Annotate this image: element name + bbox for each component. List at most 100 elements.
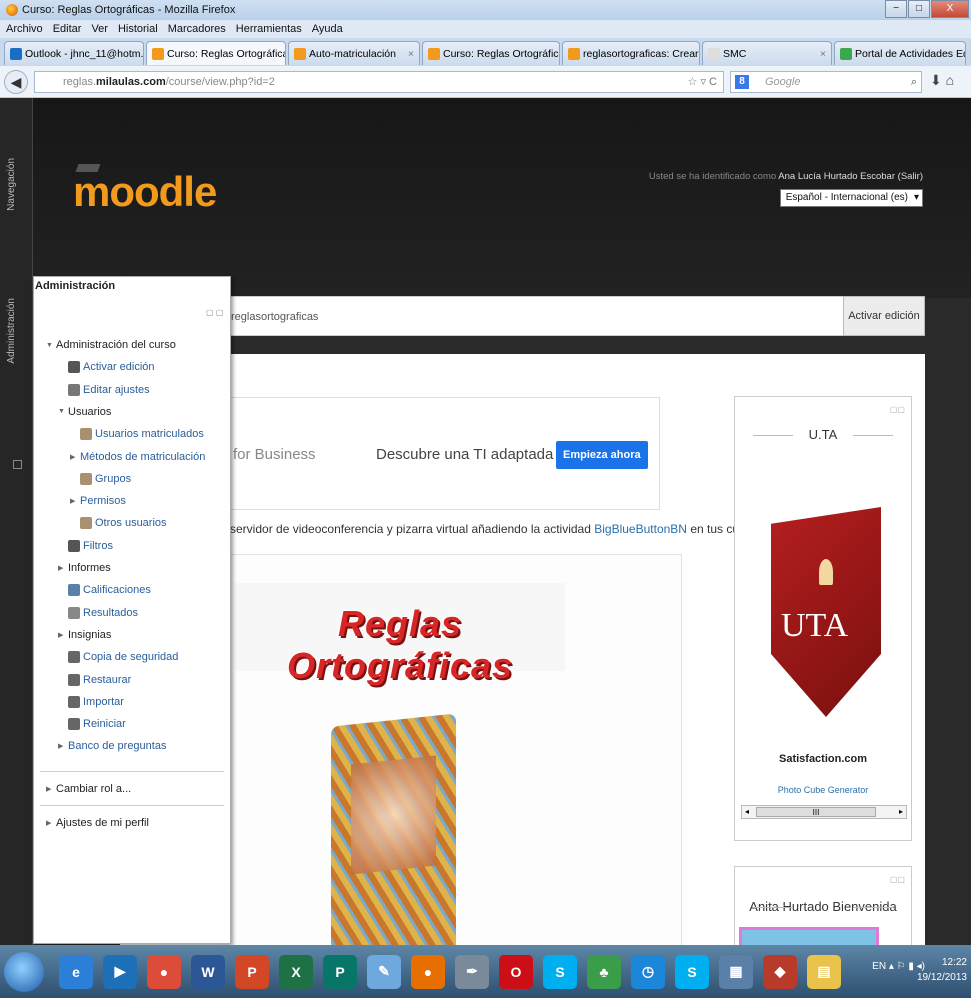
moodle-tab-icon: [568, 47, 580, 60]
cambiar-rol-item[interactable]: ▶ Cambiar rol a...: [46, 783, 131, 795]
language-select[interactable]: Español - Internacional (es) ▾: [779, 189, 923, 207]
taskbar-glyph: ▶: [114, 963, 126, 979]
messenger-icon[interactable]: ♣: [587, 954, 621, 989]
admin-item[interactable]: ▶ Informes: [58, 562, 111, 574]
firefox-icon[interactable]: ●: [411, 954, 445, 989]
start-button[interactable]: [4, 951, 44, 992]
admin-item[interactable]: Importar: [58, 695, 124, 708]
admin-item[interactable]: Filtros: [58, 539, 113, 552]
tab-portal[interactable]: Portal de Actividades Edu... ×: [834, 41, 966, 65]
admin-item[interactable]: Editar ajustes: [58, 383, 150, 396]
admin-item[interactable]: Restaurar: [58, 673, 131, 686]
moodle-logo[interactable]: moodle: [73, 164, 217, 216]
admin-item[interactable]: Copia de seguridad: [58, 651, 179, 664]
menu-ayuda[interactable]: Ayuda: [312, 23, 343, 35]
admin-item-label: Resultados: [83, 606, 139, 619]
menu-editar[interactable]: Editar: [53, 23, 82, 35]
separator: [40, 804, 224, 806]
portal-icon: [840, 47, 852, 60]
close-tab-icon[interactable]: ×: [816, 48, 826, 60]
tab-smc[interactable]: SMC ×: [702, 41, 832, 65]
tab-course-2[interactable]: Curso: Reglas Ortográficas ×: [422, 41, 560, 65]
clock[interactable]: 12:22 19/12/2013: [917, 955, 967, 985]
tab-outlook[interactable]: Outlook - jhnc_11@hotm... ×: [4, 41, 144, 65]
ad-cta-button[interactable]: Empieza ahora: [556, 441, 648, 469]
logout-link[interactable]: (Salir): [898, 171, 923, 182]
scroll-thumb[interactable]: III: [756, 807, 876, 817]
ad-banner: ps for Business Descubre una TI adaptada…: [210, 397, 660, 510]
excel-icon[interactable]: X: [279, 954, 313, 989]
block-controls-icon[interactable]: ▢▢: [890, 875, 905, 884]
bigbluebutton-link[interactable]: BigBlueButtonBN: [594, 522, 687, 536]
back-button[interactable]: ◀: [4, 70, 28, 94]
chevron-down-icon: ▼: [58, 408, 65, 416]
menu-archivo[interactable]: Archivo: [6, 23, 43, 35]
activar-edicion-button[interactable]: Activar edición: [843, 296, 925, 336]
reset-icon: [68, 718, 80, 731]
publisher-icon[interactable]: P: [323, 954, 357, 989]
powerpoint-icon[interactable]: P: [235, 954, 269, 989]
admin-item[interactable]: Resultados: [58, 606, 139, 619]
tab-auto-matriculacion[interactable]: Auto-matriculación ×: [288, 41, 420, 65]
ie-icon[interactable]: e: [59, 954, 93, 989]
word-icon[interactable]: W: [191, 954, 225, 989]
paint-icon[interactable]: ✎: [367, 954, 401, 989]
menu-ver[interactable]: Ver: [91, 23, 108, 35]
maximize-button[interactable]: □: [908, 0, 930, 18]
admin-item[interactable]: Calificaciones: [58, 584, 151, 597]
ad-text: Descubre una TI adaptada a ti: [376, 446, 578, 463]
cube-icon[interactable]: ◆: [763, 954, 797, 989]
skype-icon[interactable]: S: [543, 954, 577, 989]
search-icon[interactable]: ⌕: [911, 72, 917, 92]
menu-marcadores[interactable]: Marcadores: [168, 23, 226, 35]
menu-herramientas[interactable]: Herramientas: [236, 23, 302, 35]
tab-label: reglasortograficas: Crear D...: [583, 47, 699, 60]
tab-crear[interactable]: reglasortograficas: Crear D... ×: [562, 41, 700, 65]
admin-item[interactable]: Usuarios matriculados: [70, 428, 204, 441]
panel-controls-icon[interactable]: ▢ ▢: [206, 308, 223, 317]
download-icon[interactable]: ⬇ ⌂: [930, 72, 954, 89]
admin-item[interactable]: ▼ Usuarios: [58, 406, 111, 418]
media-icon[interactable]: ▶: [103, 954, 137, 989]
opera-icon[interactable]: O: [499, 954, 533, 989]
dock-icon[interactable]: [13, 460, 22, 469]
menu-historial[interactable]: Historial: [118, 23, 158, 35]
folder-icon[interactable]: ▤: [807, 954, 841, 989]
taskbar-glyph: ●: [423, 963, 433, 980]
block-controls-icon[interactable]: ▢▢: [890, 405, 905, 414]
clock-app-icon[interactable]: ◷: [631, 954, 665, 989]
user-link[interactable]: Ana Lucía Hurtado Escobar: [778, 171, 895, 182]
search-box[interactable]: 8 Google ⌕: [730, 71, 922, 93]
close-window-button[interactable]: X: [931, 0, 969, 18]
skype2-icon[interactable]: S: [675, 954, 709, 989]
url-bar[interactable]: reglas.milaulas.com/course/view.php?id=2…: [34, 71, 724, 93]
ajustes-perfil-item[interactable]: ▶ Ajustes de mi perfil: [46, 817, 149, 829]
admin-item[interactable]: Activar edición: [58, 361, 155, 374]
admin-item[interactable]: Reiniciar: [58, 718, 126, 731]
dock-tab-administracion[interactable]: Administración: [6, 298, 17, 364]
google-search-engine-icon[interactable]: 8: [735, 75, 749, 89]
breadcrumb[interactable]: reglasortograficas: [231, 311, 318, 323]
photo-cube-generator-link[interactable]: Photo Cube Generator: [735, 785, 911, 795]
admin-item[interactable]: Grupos: [70, 472, 131, 485]
admin-item[interactable]: ▶ Banco de preguntas: [58, 740, 166, 752]
chrome-icon[interactable]: ●: [147, 954, 181, 989]
chevron-right-icon: ▶: [70, 498, 76, 506]
reload-controls[interactable]: ☆ ▿ C: [688, 72, 717, 92]
close-tab-icon[interactable]: ×: [404, 48, 414, 60]
admin-item[interactable]: Otros usuarios: [70, 517, 167, 530]
tool-icon[interactable]: ✒: [455, 954, 489, 989]
admin-item[interactable]: ▶ Métodos de matriculación: [70, 451, 205, 463]
admin-item[interactable]: ▶ Permisos: [70, 495, 126, 507]
admin-item[interactable]: ▶ Insignias: [58, 629, 111, 641]
horizontal-scrollbar[interactable]: ◂ III ▸: [741, 805, 907, 819]
admin-item-label: Copia de seguridad: [83, 651, 179, 664]
tab-course-active[interactable]: Curso: Reglas Ortográficas ×: [146, 41, 286, 65]
uta-block: ▢▢ U.TA UTA Satisfaction.com Photo Cube …: [734, 396, 912, 841]
calculator-icon[interactable]: ▦: [719, 954, 753, 989]
taskbar-glyph: ✎: [378, 963, 390, 979]
clock-date: 19/12/2013: [916, 972, 967, 983]
minimize-button[interactable]: −: [885, 0, 907, 18]
dock-tab-navegacion[interactable]: Navegación: [6, 158, 17, 211]
admin-item[interactable]: ▼ Administración del curso: [46, 339, 176, 351]
